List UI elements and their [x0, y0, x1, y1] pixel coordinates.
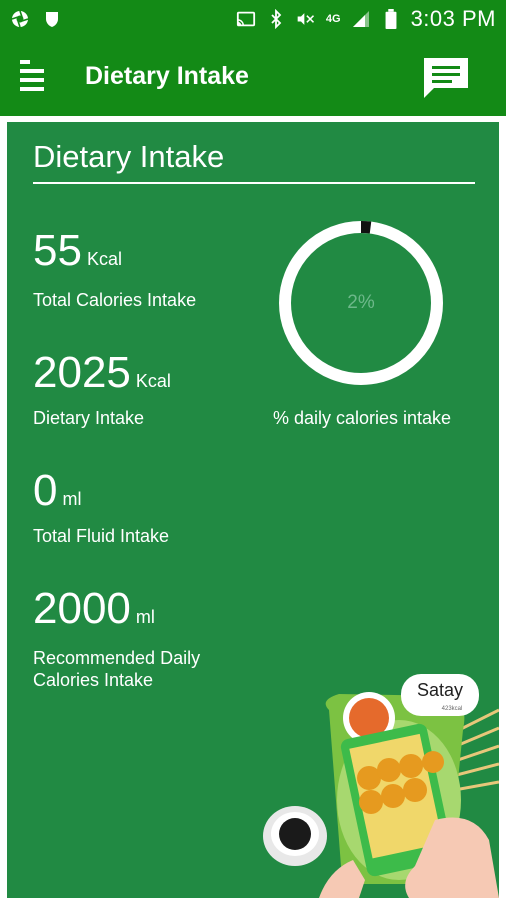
- stat-unit: ml: [62, 489, 82, 509]
- progress-percent: 2%: [347, 292, 375, 313]
- total-calories-label: Total Calories Intake: [33, 290, 197, 310]
- satay-illustration: Satay 423kcal: [263, 674, 499, 898]
- menu-icon: [20, 60, 44, 91]
- chat-icon: [424, 58, 468, 98]
- stat-unit: Kcal: [86, 249, 122, 269]
- bluetooth-icon: [271, 9, 282, 29]
- battery-icon: [385, 9, 397, 29]
- fluid-intake-value: 0 ml: [33, 466, 81, 516]
- app-bar: Dietary Intake: [0, 38, 506, 116]
- satay-badge-sub: 423kcal: [442, 706, 463, 712]
- mute-icon: [297, 13, 314, 25]
- app-title: Dietary Intake: [85, 62, 249, 90]
- shield-icon: [46, 12, 58, 27]
- cast-icon: [236, 11, 255, 27]
- total-calories-value: 55 Kcal: [33, 226, 122, 276]
- dietary-intake-value: 2025 Kcal: [33, 348, 171, 398]
- clock: 3:03 PM: [410, 6, 496, 31]
- dietary-card: Dietary Intake 55 Kcal Total Calories Int…: [7, 122, 499, 898]
- recommended-label-line1: Recommended Daily: [33, 648, 201, 668]
- dietary-intake-label: Dietary Intake: [33, 408, 145, 428]
- satay-badge-title: Satay: [417, 680, 463, 700]
- fluid-intake-label: Total Fluid Intake: [33, 526, 170, 546]
- stat-number: 55: [33, 226, 82, 275]
- shutter-icon: [11, 10, 29, 28]
- recommended-value: 2000 ml: [33, 584, 155, 634]
- stat-unit: ml: [135, 607, 155, 627]
- stat-number: 2000: [33, 584, 131, 633]
- stat-number: 0: [33, 466, 58, 515]
- recommended-label-line2: Calories Intake: [33, 670, 154, 690]
- card-title: Dietary Intake: [33, 139, 225, 174]
- stat-unit: Kcal: [135, 371, 171, 391]
- divider: [33, 182, 475, 184]
- chat-button[interactable]: [420, 54, 472, 102]
- status-bar: 4G 3:03 PM: [0, 0, 506, 38]
- recommended-label: Recommended Daily Calories Intake: [33, 647, 200, 691]
- menu-button[interactable]: [16, 56, 52, 96]
- progress-label: % daily calories intake: [272, 408, 452, 428]
- stat-number: 2025: [33, 348, 131, 397]
- signal-icon: [352, 11, 369, 27]
- network-type: 4G: [325, 13, 341, 25]
